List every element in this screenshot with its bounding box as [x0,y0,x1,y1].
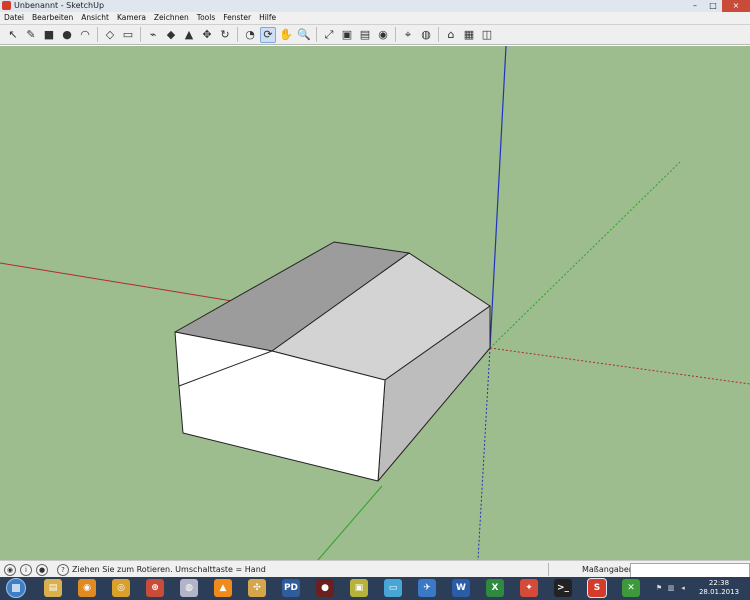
taskbar-xbox-icon[interactable]: ✕ [622,579,640,597]
menu-bearbeiten[interactable]: Bearbeiten [28,12,77,24]
toolbar-separator [237,27,238,42]
eraser-icon[interactable]: ▭ [120,27,136,43]
windows-taskbar: ⚑ ▥ ◂ 22:38 28.01.2013 ▤ ◉ ◎ ⊕ ◍ ▲ ✣ PD ● ▣ ▭ ✈ W X ✦ >… [0,577,750,600]
user-icon[interactable]: ● [36,564,48,576]
toggle-terrain-icon[interactable]: ◍ [418,27,434,43]
maximize-button[interactable]: □ [704,0,722,12]
window-title: Unbenannt - SketchUp [14,1,105,10]
move-icon[interactable]: ✥ [199,27,215,43]
taskbar-tool-icon[interactable]: ● [316,579,334,597]
paint-bucket-icon[interactable]: ◆ [163,27,179,43]
rectangle-icon[interactable]: ■ [41,27,57,43]
orbit-icon[interactable]: ⟳ [260,26,276,43]
zoom-extents-icon[interactable]: ⤢ [321,27,337,43]
help-icon[interactable]: ? [57,564,69,576]
taskbar-fox-icon[interactable]: ✦ [520,579,538,597]
status-message: Ziehen Sie zum Rotieren. Umschalttaste =… [72,565,266,574]
main-toolbar: ↖ ✎ ■ ● ◠ ◇ ▭ ⌁ ◆ ▲ ✥ ↻ ◔ ⟳ ✋ 🔍 ⤢ ▣ ▤ ◉ ⌖ ◍ ⌂ ▦ ◫ [0,25,750,45]
credits-icon[interactable]: i [20,564,32,576]
geo-location-icon[interactable]: ◉ [4,564,16,576]
taskbar-excel-icon[interactable]: X [486,579,504,597]
taskbar-tablet-icon[interactable]: ▭ [384,579,402,597]
status-bar: ◉ i ● ? Ziehen Sie zum Rotieren. Umschal… [0,560,750,579]
blue-axis [489,46,507,349]
menu-tools[interactable]: Tools [193,12,219,24]
taskbar-burn-icon[interactable]: ◎ [112,579,130,597]
blue-axis-dotted [477,347,491,560]
toolbar-separator [97,27,98,42]
menu-bar: Datei Bearbeiten Ansicht Kamera Zeichnen… [0,12,750,25]
toolbar-separator [316,27,317,42]
select-arrow-icon[interactable]: ↖ [5,27,21,43]
get-models-icon[interactable]: ▣ [339,27,355,43]
green-axis [317,485,383,560]
red-axis-dotted [489,347,750,385]
red-axis [0,262,233,302]
model-canvas[interactable] [0,46,750,560]
offset-icon[interactable]: ◔ [242,27,258,43]
toolbar-separator [438,27,439,42]
green-axis-dotted [489,161,681,349]
taskbar-disc-icon[interactable]: ◍ [180,579,198,597]
tray-network-icon[interactable]: ▥ [666,579,676,597]
menu-hilfe[interactable]: Hilfe [255,12,280,24]
menu-datei[interactable]: Datei [0,12,28,24]
clock-time: 22:38 [708,579,730,587]
add-location-icon[interactable]: ⌖ [400,27,416,43]
tape-measure-icon[interactable]: ⌁ [145,27,161,43]
start-button[interactable] [6,578,26,598]
pencil-line-icon[interactable]: ✎ [23,27,39,43]
taskbar-folder-icon[interactable]: ▤ [44,579,62,597]
menu-kamera[interactable]: Kamera [113,12,150,24]
make-component-icon[interactable]: ◇ [102,27,118,43]
taskbar-terminal-icon[interactable]: >_ [554,579,572,597]
taskbar-pd-icon[interactable]: PD [282,579,300,597]
taskbar-plane-icon[interactable]: ✈ [418,579,436,597]
measurements-label: Maßangaben [582,565,634,574]
toolbar-separator [140,27,141,42]
share-model-icon[interactable]: ▤ [357,27,373,43]
google-earth-icon[interactable]: ◉ [375,27,391,43]
taskbar-media-icon[interactable]: ⊕ [146,579,164,597]
sketchup-logo-icon [2,1,11,10]
drawing-viewport[interactable] [0,46,750,560]
arc-icon[interactable]: ◠ [77,27,93,43]
close-button[interactable]: × [722,0,750,12]
rotate-icon[interactable]: ↻ [217,27,233,43]
status-divider [548,563,549,576]
menu-ansicht[interactable]: Ansicht [77,12,113,24]
minimize-button[interactable]: – [686,0,704,12]
toolbar-separator [395,27,396,42]
window-controls: – □ × [686,0,750,12]
taskbar-firefox-icon[interactable]: ◉ [78,579,96,597]
tray-volume-icon[interactable]: ◂ [678,579,688,597]
push-pull-icon[interactable]: ▲ [181,27,197,43]
pan-hand-icon[interactable]: ✋ [278,27,294,43]
zoom-icon[interactable]: 🔍 [296,27,312,43]
taskbar-vlc-icon[interactable]: ▲ [214,579,232,597]
tray-flag-icon[interactable]: ⚑ [654,579,664,597]
taskbar-clock[interactable]: 22:38 28.01.2013 [695,579,743,597]
menu-fenster[interactable]: Fenster [219,12,255,24]
taskbar-archive-icon[interactable]: ▣ [350,579,368,597]
taskbar-gimp-icon[interactable]: ✣ [248,579,266,597]
house-model [174,241,491,482]
warehouse-icon[interactable]: ⌂ [443,27,459,43]
components-icon[interactable]: ▦ [461,27,477,43]
extension-icon[interactable]: ◫ [479,27,495,43]
circle-icon[interactable]: ● [59,27,75,43]
taskbar-sketchup-icon[interactable]: S [587,578,607,598]
menu-zeichnen[interactable]: Zeichnen [150,12,193,24]
taskbar-word-icon[interactable]: W [452,579,470,597]
clock-date: 28.01.2013 [698,588,740,596]
